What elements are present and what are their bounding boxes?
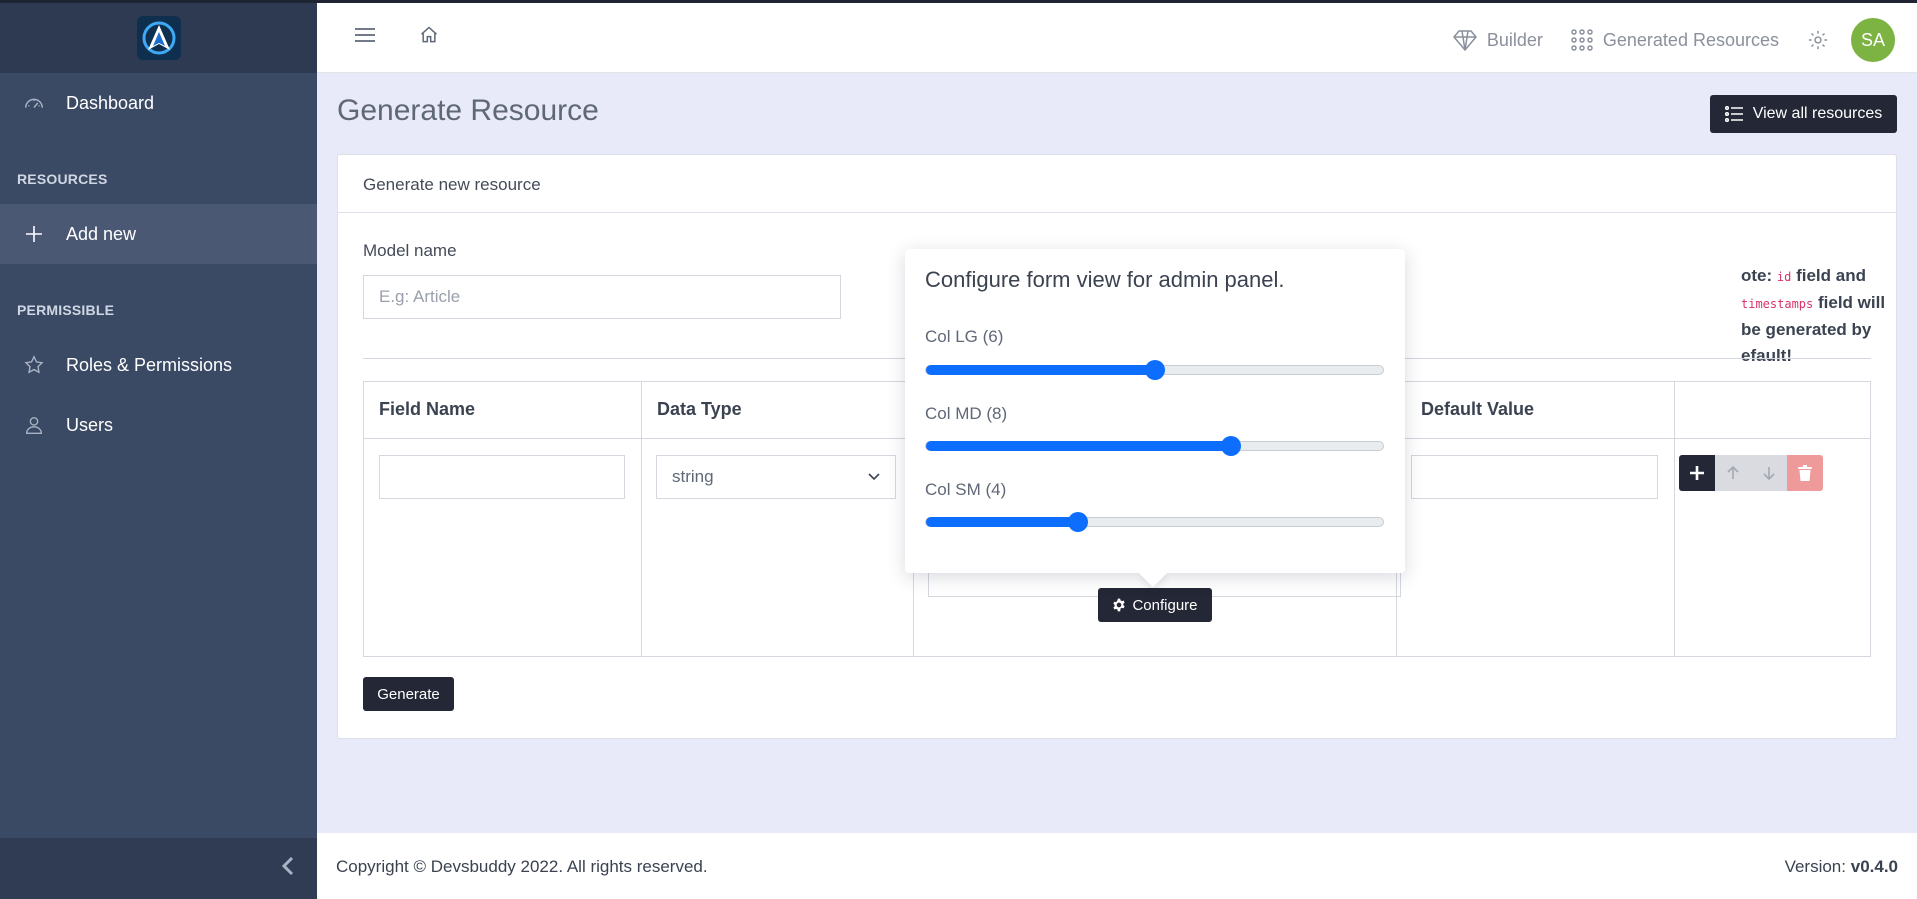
col-md-fill [926, 441, 1231, 451]
home-icon[interactable] [419, 25, 439, 50]
sidebar-item-dashboard[interactable]: Dashboard [0, 73, 317, 133]
top-bar: Builder Generated Resources SA [317, 0, 1917, 73]
col-lg-label: Col LG (6) [925, 327, 1004, 346]
delete-row-button[interactable] [1787, 455, 1823, 491]
generated-resources-label: Generated Resources [1602, 29, 1779, 50]
note-prefix: ote: [1741, 266, 1773, 285]
header-data-type: Data Type [657, 399, 742, 419]
diamond-icon [1452, 30, 1477, 51]
data-type-select[interactable]: string [656, 455, 896, 499]
add-row-button[interactable] [1679, 455, 1715, 491]
plus-icon [22, 222, 46, 246]
version-value: v0.4.0 [1850, 857, 1898, 876]
arrow-down-icon [1763, 467, 1775, 480]
col-sm-slider[interactable] [925, 512, 1384, 532]
version-label: Version: [1784, 857, 1846, 876]
model-name-placeholder: E.g: Article [379, 287, 461, 306]
builder-label: Builder [1486, 29, 1543, 50]
column-divider [1674, 382, 1675, 656]
star-icon [22, 353, 46, 377]
col-lg-fill [926, 365, 1155, 375]
copyright-text: Copyright © Devsbuddy 2022. All rights r… [336, 857, 708, 876]
model-name-input[interactable]: E.g: Article [363, 275, 841, 319]
column-divider [641, 382, 642, 656]
page-title: Generate Resource [337, 94, 599, 127]
generate-button[interactable]: Generate [363, 677, 454, 711]
col-md-thumb[interactable] [1220, 436, 1241, 456]
sidebar-item-add-new[interactable]: Add new [0, 204, 317, 264]
popover-title: Configure form view for admin panel. [925, 267, 1285, 292]
note-mid: field and [1796, 266, 1866, 285]
note-text: ote: id field and timestamps field will … [1741, 263, 1891, 369]
note-line2: efault! [1741, 346, 1792, 365]
sidebar-item-label: Add new [66, 223, 137, 244]
configure-label: Configure [1132, 596, 1198, 614]
section-permissible: PERMISSIBLE [17, 302, 115, 318]
dashboard-icon [22, 91, 46, 115]
note-timestamps-code: timestamps [1741, 297, 1814, 311]
sidebar-item-label: Roles & Permissions [66, 354, 233, 375]
col-sm-fill [926, 517, 1079, 527]
note-id-code: id [1776, 270, 1792, 284]
card-header: Generate new resource [338, 155, 1896, 213]
sidebar-item-label: Users [66, 414, 114, 435]
col-md-slider[interactable] [925, 436, 1384, 456]
sidebar: Dashboard RESOURCES Add new PERMISSIBLE … [0, 0, 317, 899]
sidebar-item-roles[interactable]: Roles & Permissions [0, 335, 317, 395]
field-name-input[interactable] [379, 455, 625, 499]
generated-resources-link[interactable]: Generated Resources [1571, 29, 1779, 51]
default-value-input[interactable] [1411, 455, 1658, 499]
footer: Copyright © Devsbuddy 2022. All rights r… [317, 833, 1917, 899]
builder-link[interactable]: Builder [1452, 29, 1543, 51]
avatar[interactable]: SA [1851, 18, 1895, 62]
grid-dots-icon [1571, 29, 1593, 51]
sidebar-collapse-button[interactable] [0, 838, 317, 899]
logo-area[interactable] [0, 3, 317, 73]
move-down-button[interactable] [1751, 455, 1787, 491]
top-nav: Builder Generated Resources SA [1452, 18, 1895, 62]
user-icon [22, 413, 46, 437]
col-md-label: Col MD (8) [925, 404, 1008, 423]
configure-button[interactable]: Configure [1098, 588, 1212, 622]
col-lg-slider[interactable] [925, 360, 1384, 380]
model-name-label: Model name [363, 241, 457, 260]
sidebar-item-label: Dashboard [66, 92, 155, 113]
version-text: Version: v0.4.0 [1785, 857, 1898, 877]
col-sm-label: Col SM (4) [925, 480, 1007, 499]
chevron-down-icon [868, 473, 880, 481]
section-resources: RESOURCES [17, 171, 108, 187]
header-field-name: Field Name [379, 399, 476, 419]
arrow-up-icon [1727, 466, 1739, 479]
header-default-value: Default Value [1421, 399, 1535, 419]
chevron-left-icon [281, 856, 295, 881]
plus-icon [1690, 466, 1704, 480]
view-all-resources-button[interactable]: View all resources [1710, 95, 1897, 133]
row-actions [1679, 455, 1823, 491]
col-lg-thumb[interactable] [1144, 360, 1165, 380]
settings-gear-icon[interactable] [1807, 29, 1829, 51]
col-sm-thumb[interactable] [1068, 512, 1089, 532]
gear-icon [1113, 598, 1126, 612]
trash-icon [1798, 465, 1812, 481]
move-up-button[interactable] [1715, 455, 1751, 491]
data-type-value: string [672, 467, 714, 486]
list-icon [1724, 106, 1743, 122]
hamburger-menu-icon[interactable] [355, 27, 375, 48]
sidebar-item-users[interactable]: Users [0, 395, 317, 455]
view-all-label: View all resources [1752, 105, 1883, 122]
configure-popover: Configure form view for admin panel. Col… [905, 249, 1405, 588]
app-logo-icon[interactable] [136, 16, 181, 60]
